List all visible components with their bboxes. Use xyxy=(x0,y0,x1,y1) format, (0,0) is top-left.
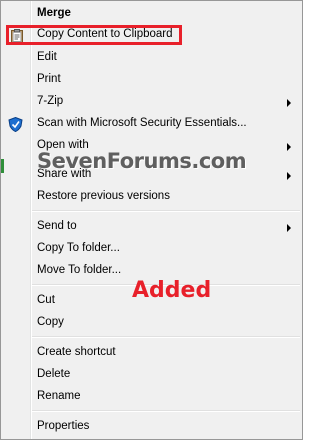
context-menu: Merge Copy Content to Clipboard Edit Pri… xyxy=(0,0,303,440)
added-annotation: Added xyxy=(132,278,212,303)
menu-item-restore-previous-versions[interactable]: Restore previous versions xyxy=(1,187,302,209)
menu-item-label: Edit xyxy=(37,51,57,63)
submenu-arrow-icon xyxy=(287,172,291,180)
menu-item-rename[interactable]: Rename xyxy=(1,387,302,409)
menu-item-7-zip[interactable]: 7-Zip xyxy=(1,92,302,114)
menu-item-label: 7-Zip xyxy=(37,95,64,107)
menu-item-label: Copy xyxy=(37,316,64,328)
menu-separator xyxy=(32,210,300,212)
menu-item-label: Merge xyxy=(37,7,71,19)
menu-item-properties[interactable]: Properties xyxy=(1,417,302,439)
menu-item-label: Create shortcut xyxy=(37,346,116,358)
menu-item-label: Properties xyxy=(37,420,90,432)
menu-item-scan-security-essentials[interactable]: Scan with Microsoft Security Essentials.… xyxy=(1,114,302,136)
menu-item-edit[interactable]: Edit xyxy=(1,48,302,70)
menu-separator xyxy=(32,410,300,412)
menu-item-label: Delete xyxy=(37,368,71,380)
menu-item-label: Scan with Microsoft Security Essentials.… xyxy=(37,117,247,129)
menu-item-copy-to-folder[interactable]: Copy To folder... xyxy=(1,239,302,261)
menu-item-label: Cut xyxy=(37,294,55,306)
menu-item-create-shortcut[interactable]: Create shortcut xyxy=(1,343,302,365)
security-shield-icon xyxy=(8,116,23,137)
menu-item-copy[interactable]: Copy xyxy=(1,313,302,335)
menu-separator xyxy=(32,336,300,338)
menu-item-label: Print xyxy=(37,73,61,85)
submenu-arrow-icon xyxy=(287,99,291,107)
menu-item-merge[interactable]: Merge xyxy=(1,4,302,26)
menu-item-print[interactable]: Print xyxy=(1,70,302,92)
menu-item-delete[interactable]: Delete xyxy=(1,365,302,387)
watermark-text: SevenForums.com xyxy=(37,149,247,173)
menu-item-label: Restore previous versions xyxy=(37,190,170,202)
menu-item-label: Rename xyxy=(37,390,81,402)
menu-item-label: Move To folder... xyxy=(37,264,122,276)
menu-item-label: Send to xyxy=(37,220,77,232)
leaf-icon xyxy=(1,159,4,178)
highlight-box xyxy=(6,25,182,45)
menu-item-label: Copy To folder... xyxy=(37,242,120,254)
menu-item-send-to[interactable]: Send to xyxy=(1,217,302,239)
submenu-arrow-icon xyxy=(287,143,291,151)
submenu-arrow-icon xyxy=(287,224,291,232)
